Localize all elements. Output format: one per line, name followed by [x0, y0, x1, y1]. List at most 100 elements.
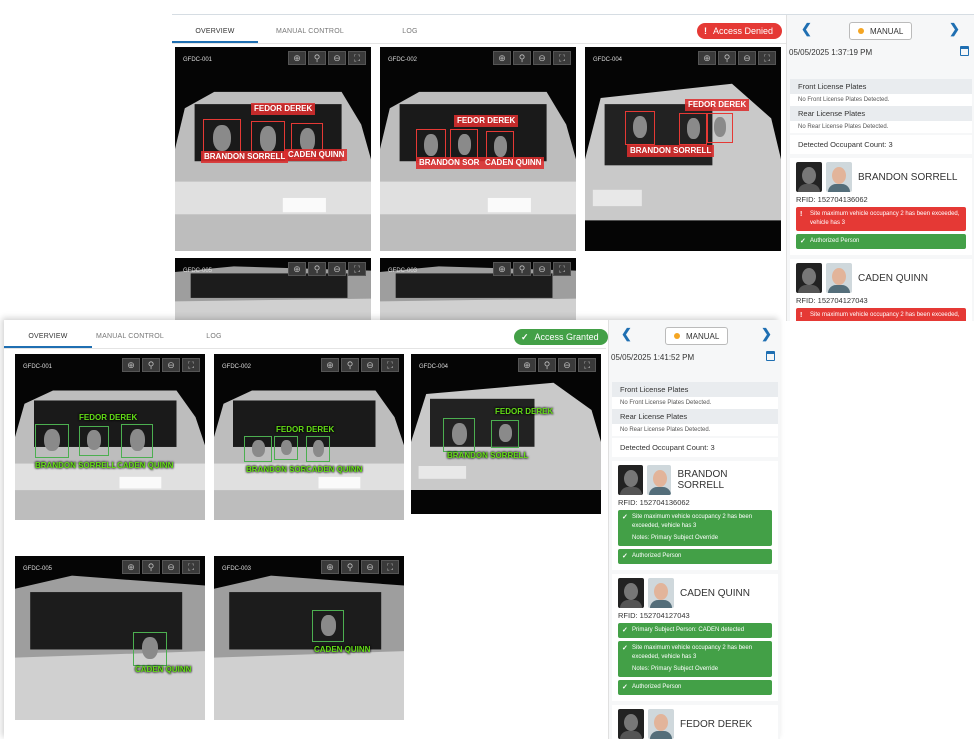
occupant-card[interactable]: BRANDON SORRELL RFID: 152704136062 ✓ Site m…	[612, 461, 778, 570]
zoom-in-icon[interactable]: ⊕	[288, 262, 306, 276]
mode-label: MANUAL	[870, 26, 904, 36]
alert-success: ✓ Site maximum vehicle occupancy 2 has be…	[618, 641, 772, 677]
camera-toolbar: ⊕ ⚲ ⊖ ⛶	[321, 560, 399, 574]
face-detection-box[interactable]	[244, 436, 272, 462]
search-icon[interactable]: ⚲	[142, 560, 160, 574]
zoom-in-icon[interactable]: ⊕	[698, 51, 716, 65]
fullscreen-icon[interactable]: ⛶	[553, 262, 571, 276]
zoom-out-icon[interactable]: ⊖	[533, 262, 551, 276]
occupant-card[interactable]: FEDOR DEREK	[612, 705, 778, 739]
fullscreen-icon[interactable]: ⛶	[578, 358, 596, 372]
chevron-right-icon[interactable]: ❯	[949, 21, 960, 37]
search-icon[interactable]: ⚲	[308, 51, 326, 65]
face-detection-box[interactable]	[79, 426, 109, 456]
zoom-in-icon[interactable]: ⊕	[493, 51, 511, 65]
camera-tile[interactable]: GFDC-004 ⊕ ⚲ ⊖ ⛶ FEDOR DEREK BRANDON SORRELL	[411, 354, 601, 514]
zoom-in-icon[interactable]: ⊕	[518, 358, 536, 372]
face-detection-box[interactable]	[306, 436, 330, 462]
fullscreen-icon[interactable]: ⛶	[182, 358, 200, 372]
fullscreen-icon[interactable]: ⛶	[758, 51, 776, 65]
calendar-icon[interactable]	[766, 351, 775, 361]
tab-log[interactable]: LOG	[362, 28, 458, 43]
camera-id-label: GFDC-005	[183, 268, 213, 274]
face-detection-box[interactable]	[121, 424, 153, 458]
camera-tile[interactable]: GFDC-001 ⊕ ⚲ ⊖ ⛶ FEDOR DEREK BRANDON SORRELL CA…	[175, 47, 371, 251]
zoom-out-icon[interactable]: ⊖	[361, 560, 379, 574]
fullscreen-icon[interactable]: ⛶	[553, 51, 571, 65]
camera-toolbar: ⊕ ⚲ ⊖ ⛶	[122, 560, 200, 574]
zoom-out-icon[interactable]: ⊖	[328, 262, 346, 276]
mode-indicator[interactable]: MANUAL	[849, 22, 913, 40]
tab-manual-control[interactable]: MANUAL CONTROL	[92, 333, 168, 348]
tab-bar: OVERVIEW MANUAL CONTROL LOG	[172, 15, 786, 44]
search-icon[interactable]: ⚲	[513, 262, 531, 276]
face-detection-box[interactable]	[707, 113, 733, 143]
detected-face	[457, 133, 471, 155]
zoom-out-icon[interactable]: ⊖	[533, 51, 551, 65]
tab-manual-control[interactable]: MANUAL CONTROL	[258, 28, 362, 43]
zoom-in-icon[interactable]: ⊕	[122, 358, 140, 372]
zoom-in-icon[interactable]: ⊕	[321, 560, 339, 574]
search-icon[interactable]: ⚲	[538, 358, 556, 372]
face-detection-box[interactable]	[133, 632, 167, 666]
rear-plates-text: No Rear License Plates Detected.	[620, 427, 711, 433]
zoom-out-icon[interactable]: ⊖	[738, 51, 756, 65]
face-detection-box[interactable]	[312, 610, 344, 642]
face-detection-box[interactable]	[274, 436, 298, 460]
search-icon[interactable]: ⚲	[142, 358, 160, 372]
camera-tile[interactable]: GFDC-005 ⊕ ⚲ ⊖ ⛶ CADEN QUINN	[15, 556, 205, 720]
camera-tile[interactable]: GFDC-002 ⊕ ⚲ ⊖ ⛶ FEDOR DEREK BRANDON SOR CADEN …	[380, 47, 576, 251]
search-icon[interactable]: ⚲	[718, 51, 736, 65]
fullscreen-icon[interactable]: ⛶	[348, 51, 366, 65]
camera-tile[interactable]: GFDC-001 ⊕ ⚲ ⊖ ⛶ FEDOR DEREK BRANDON SORRELL CA…	[15, 354, 205, 520]
search-icon[interactable]: ⚲	[308, 262, 326, 276]
search-icon[interactable]: ⚲	[513, 51, 531, 65]
face-detection-box[interactable]	[491, 420, 519, 448]
zoom-out-icon[interactable]: ⊖	[328, 51, 346, 65]
occupant-card[interactable]: CADEN QUINN RFID: 152704127043 ✓ Primary Su…	[612, 574, 778, 701]
camera-tile[interactable]: GFDC-005 ⊕ ⚲ ⊖ ⛶	[175, 258, 371, 321]
search-icon[interactable]: ⚲	[341, 358, 359, 372]
camera-tile[interactable]: GFDC-002 ⊕ ⚲ ⊖ ⛶ FEDOR DEREK BRANDON SOR CADEN …	[214, 354, 404, 520]
zoom-in-icon[interactable]: ⊕	[493, 262, 511, 276]
occupant-card[interactable]: CADEN QUINN RFID: 152704127043! Site maxim…	[790, 259, 972, 321]
zoom-out-icon[interactable]: ⊖	[162, 560, 180, 574]
tab-overview[interactable]: OVERVIEW	[172, 28, 258, 43]
occupant-card[interactable]: BRANDON SORRELL RFID: 152704136062! Site m…	[790, 158, 972, 255]
reference-photo	[826, 263, 852, 293]
tab-log[interactable]: LOG	[168, 333, 260, 348]
face-detection-box[interactable]	[35, 424, 69, 458]
alert-success: ✓ Authorized Person	[618, 549, 772, 564]
fullscreen-icon[interactable]: ⛶	[381, 560, 399, 574]
zoom-out-icon[interactable]: ⊖	[558, 358, 576, 372]
calendar-icon[interactable]	[960, 46, 969, 56]
camera-toolbar: ⊕ ⚲ ⊖ ⛶	[288, 51, 366, 65]
face-detection-box[interactable]	[625, 111, 655, 145]
camera-tile[interactable]: GFDC-004 ⊕ ⚲ ⊖ ⛶ FEDOR DEREK BRANDON SORRELL	[585, 47, 781, 251]
mode-indicator[interactable]: MANUAL	[665, 327, 729, 345]
detected-face	[498, 424, 512, 443]
zoom-in-icon[interactable]: ⊕	[321, 358, 339, 372]
zoom-out-icon[interactable]: ⊖	[162, 358, 180, 372]
chevron-left-icon[interactable]: ❮	[621, 326, 632, 342]
status-dot-icon	[858, 28, 864, 34]
chevron-left-icon[interactable]: ❮	[801, 21, 812, 37]
license-plates-panel: Front License Plates No Front License Pl…	[790, 79, 972, 133]
search-icon[interactable]: ⚲	[341, 560, 359, 574]
fullscreen-icon[interactable]: ⛶	[381, 358, 399, 372]
rfid-value: RFID: 152704136062	[796, 195, 868, 204]
face-detection-box[interactable]	[679, 113, 707, 145]
alert-note: Notes: Primary Subject Override	[632, 666, 719, 672]
fullscreen-icon[interactable]: ⛶	[182, 560, 200, 574]
access-status-label: Access Denied	[713, 26, 774, 36]
camera-tile[interactable]: GFDC-003 ⊕ ⚲ ⊖ ⛶	[380, 258, 576, 321]
camera-tile[interactable]: GFDC-003 ⊕ ⚲ ⊖ ⛶ CADEN QUINN	[214, 556, 404, 720]
zoom-in-icon[interactable]: ⊕	[122, 560, 140, 574]
zoom-in-icon[interactable]: ⊕	[288, 51, 306, 65]
chevron-right-icon[interactable]: ❯	[761, 326, 772, 342]
tab-overview[interactable]: OVERVIEW	[4, 333, 92, 348]
fullscreen-icon[interactable]: ⛶	[348, 262, 366, 276]
captured-face-photo	[796, 263, 822, 293]
face-detection-box[interactable]	[443, 418, 475, 452]
zoom-out-icon[interactable]: ⊖	[361, 358, 379, 372]
